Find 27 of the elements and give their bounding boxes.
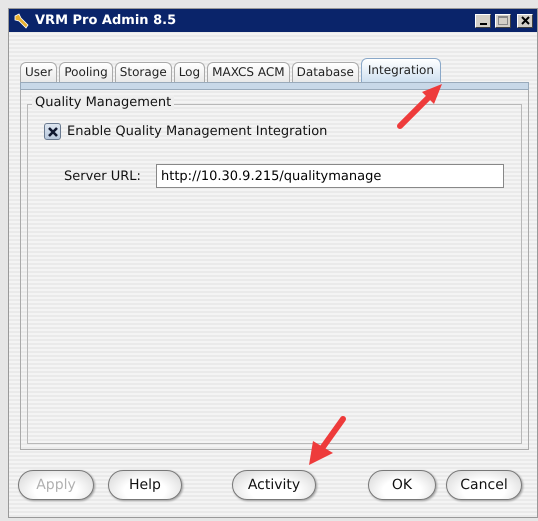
tab[interactable]: Database	[292, 62, 359, 82]
tab[interactable]: Pooling	[59, 62, 113, 82]
tab[interactable]: MAXCS ACM	[207, 62, 290, 82]
tab[interactable]: User	[20, 62, 58, 82]
wrench-icon	[13, 12, 31, 30]
check-icon	[46, 126, 58, 138]
checkbox-label: Enable Quality Management Integration	[67, 124, 328, 139]
maximize-button[interactable]	[495, 14, 511, 28]
dialog-button[interactable]: Help	[108, 470, 182, 500]
dialog-button[interactable]: Cancel	[446, 470, 522, 500]
dialog-button[interactable]: OK	[368, 470, 436, 500]
field-label: Server URL:	[64, 168, 142, 184]
maximize-icon	[498, 16, 508, 25]
group-title: Quality Management	[32, 95, 174, 110]
arrow	[309, 416, 346, 465]
checkbox[interactable]	[44, 123, 61, 140]
url-field[interactable]: http://10.30.9.215/qualitymanage	[156, 164, 504, 188]
arrow	[397, 84, 442, 129]
window-title: VRM Pro Admin 8.5	[35, 13, 178, 28]
tab[interactable]: Integration	[360, 58, 441, 82]
minimize-button[interactable]	[475, 14, 491, 28]
tab[interactable]: Log	[174, 62, 206, 82]
minimize-icon	[480, 22, 486, 24]
close-button[interactable]	[517, 14, 533, 28]
dialog-button[interactable]: Activity	[232, 470, 316, 500]
tab[interactable]: Storage	[114, 62, 172, 82]
close-icon	[520, 16, 530, 25]
